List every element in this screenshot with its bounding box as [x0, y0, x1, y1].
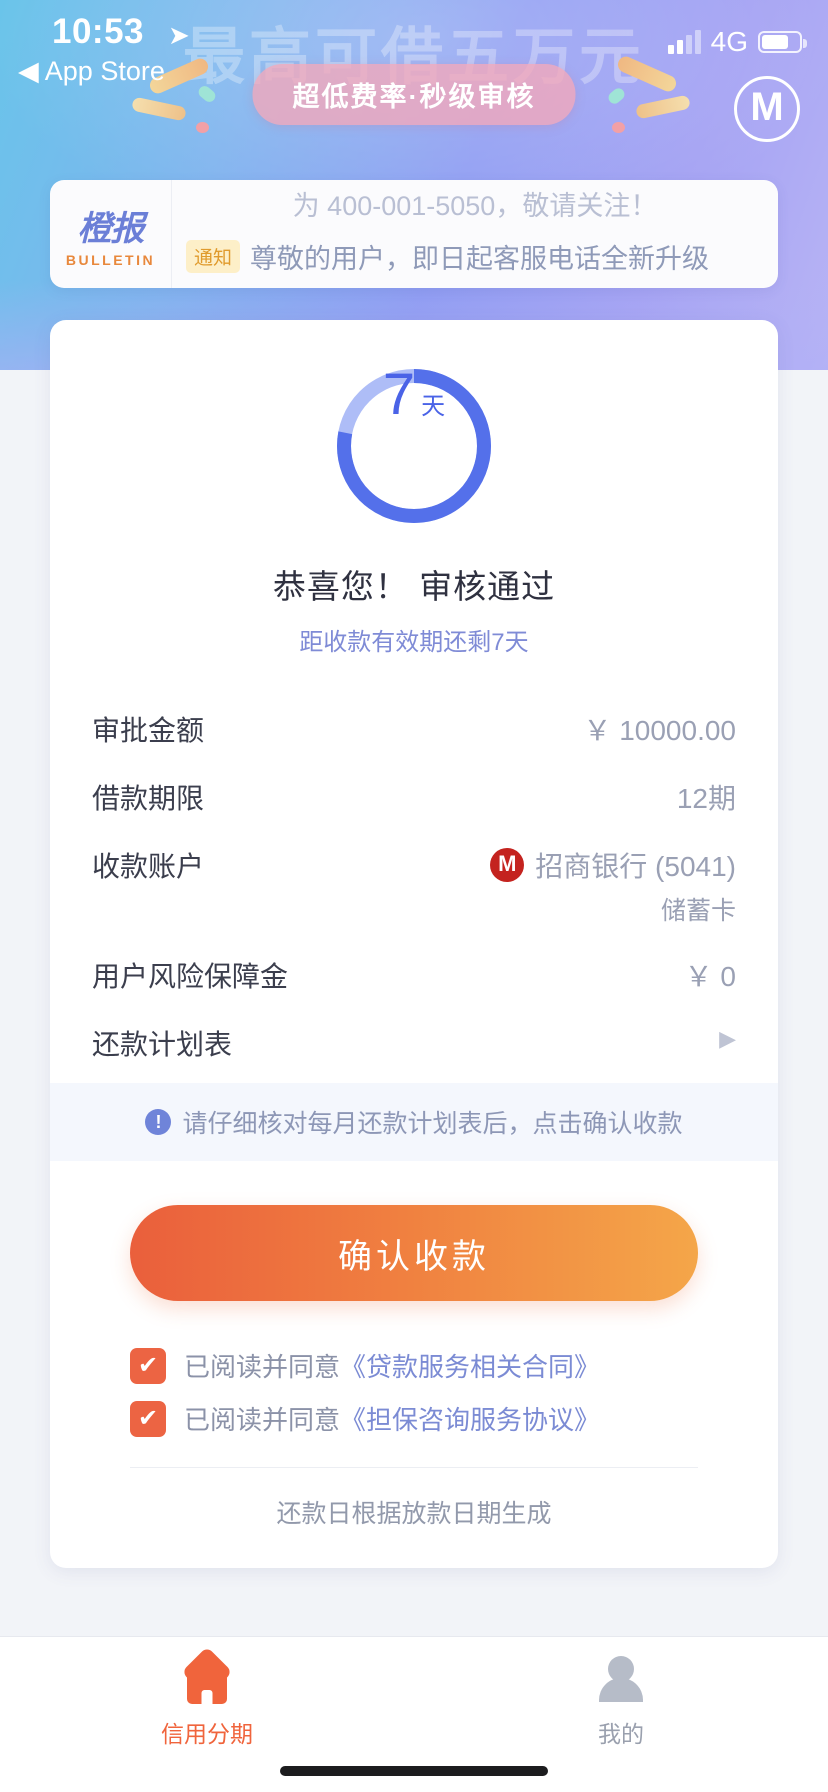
cmb-bank-mark: M: [498, 851, 517, 876]
row-label-repayment-schedule: 还款计划表: [92, 1029, 233, 1060]
home-icon: [180, 1646, 234, 1704]
row-value-approved-amount: ￥ 10000.00: [583, 715, 736, 746]
confirm-receive-button[interactable]: 确认收款: [130, 1205, 698, 1301]
location-arrow-icon: ➤: [168, 20, 190, 50]
countdown-unit: 天: [421, 393, 446, 420]
cmb-bank-icon: M: [490, 848, 525, 882]
agreement-prefix: 已阅读并同意: [184, 1405, 341, 1435]
table-row: 用户风险保障金 ￥ 0: [92, 941, 736, 1009]
table-row-receiving-account[interactable]: 收款账户 M 招商银行 (5041) 储蓄卡: [92, 831, 736, 941]
bank-line: M 招商银行 (5041): [490, 845, 736, 885]
table-row-repayment-schedule[interactable]: 还款计划表 ▶: [92, 1009, 736, 1077]
approval-status-title: 恭喜您！ 审核通过: [272, 568, 556, 605]
agreement-label-loan-contract: 已阅读并同意《贷款服务相关合同》: [184, 1347, 600, 1384]
tab-label-mine: 我的: [598, 1721, 644, 1747]
network-type-label: 4G: [710, 26, 748, 57]
exclamation-icon: !: [145, 1109, 172, 1135]
row-value-risk-deposit: ￥ 0: [684, 961, 736, 992]
countdown-days: 7: [382, 362, 416, 427]
tip-text: 请仔细核对每月还款计划表后，点击确认收款: [182, 1110, 683, 1138]
row-label-risk-deposit: 用户风险保障金: [92, 961, 289, 992]
row-value-receiving-account: M 招商银行 (5041) 储蓄卡: [490, 845, 736, 927]
row-label-receiving-account: 收款账户: [92, 851, 205, 882]
bulletin-ticker: 为 400-001-5050，敬请关注！ 通知 尊敬的用户，即日起客服电话全新升…: [172, 180, 778, 288]
agreement-prefix: 已阅读并同意: [184, 1352, 341, 1382]
agreement-label-guarantee-service: 已阅读并同意《担保咨询服务协议》: [184, 1400, 600, 1437]
agreement-row-loan-contract[interactable]: ✔ 已阅读并同意《贷款服务相关合同》: [130, 1339, 698, 1392]
bank-name: 招商银行 (5041): [535, 851, 736, 882]
agreement-link-guarantee-service[interactable]: 《担保咨询服务协议》: [340, 1405, 600, 1435]
user-icon: [594, 1654, 648, 1704]
table-row: 审批金额 ￥ 10000.00: [92, 695, 736, 763]
agreement-link-loan-contract[interactable]: 《贷款服务相关合同》: [340, 1352, 600, 1382]
bulletin-line-current: 通知 尊敬的用户，即日起客服电话全新升级: [172, 237, 778, 276]
bulletin-logo-cn: 橙报: [77, 209, 145, 248]
bank-card-type: 储蓄卡: [660, 897, 736, 925]
approval-card: 7 天 恭喜您！ 审核通过 距收款有效期还剩7天 审批金额 ￥ 10000.00…: [50, 320, 778, 1568]
agreement-row-guarantee-service[interactable]: ✔ 已阅读并同意《担保咨询服务协议》: [130, 1392, 698, 1445]
battery-icon: [758, 31, 807, 53]
check-icon: ✔: [137, 1351, 159, 1379]
row-label-approved-amount: 审批金额: [92, 715, 205, 746]
approval-status-subtitle: 距收款有效期还剩7天: [299, 629, 529, 656]
status-time: 10:53: [52, 12, 145, 51]
row-label-loan-term: 借款期限: [92, 783, 205, 814]
bulletin-banner[interactable]: 橙报 BULLETIN 为 400-001-5050，敬请关注！ 通知 尊敬的用…: [50, 180, 778, 288]
countdown-ring-wrap: 7 天: [50, 320, 778, 526]
bulletin-logo: 橙报 BULLETIN: [50, 180, 172, 288]
bulletin-badge: 通知: [186, 240, 241, 273]
confetti-dot-icon: [612, 122, 625, 133]
confetti-dot-icon: [196, 122, 209, 133]
agreements-list: ✔ 已阅读并同意《贷款服务相关合同》 ✔ 已阅读并同意《担保咨询服务协议》: [50, 1301, 778, 1445]
status-indicators: 4G: [667, 26, 807, 58]
agreement-checkbox-guarantee-service[interactable]: ✔: [130, 1400, 166, 1437]
tab-label-credit-installment: 信用分期: [161, 1721, 253, 1747]
row-value-loan-term: 12期: [676, 783, 736, 814]
chevron-right-icon[interactable]: ▶: [719, 1023, 736, 1050]
tip-banner: ! 请仔细核对每月还款计划表后，点击确认收款: [50, 1083, 778, 1161]
approval-detail-rows: 审批金额 ￥ 10000.00 借款期限 12期 收款账户 M 招商银行 (50…: [50, 695, 778, 1077]
agreement-checkbox-loan-contract[interactable]: ✔: [130, 1347, 166, 1384]
cta-wrap: 确认收款: [50, 1161, 778, 1301]
home-indicator[interactable]: [280, 1766, 548, 1776]
table-row: 借款期限 12期: [92, 763, 736, 831]
countdown-ring-center: 7 天: [334, 366, 494, 526]
status-bar: 10:53 ➤ ◀ App Store 4G: [0, 0, 828, 100]
back-to-app-store-button[interactable]: ◀ App Store: [18, 56, 165, 87]
bulletin-line-previous: 为 400-001-5050，敬请关注！: [292, 191, 658, 221]
app-screen: 最高可借五万元 超低费率·秒级审核 M 10:53 ➤ ◀ App Store …: [0, 0, 828, 1792]
bulletin-text: 尊敬的用户，即日起客服电话全新升级: [250, 244, 710, 274]
signal-bars-icon: [667, 30, 701, 54]
countdown-ring: 7 天: [334, 366, 494, 526]
check-icon: ✔: [137, 1404, 159, 1432]
bulletin-logo-en: BULLETIN: [65, 251, 156, 268]
footer-note: 还款日根据放款日期生成: [276, 1500, 552, 1528]
